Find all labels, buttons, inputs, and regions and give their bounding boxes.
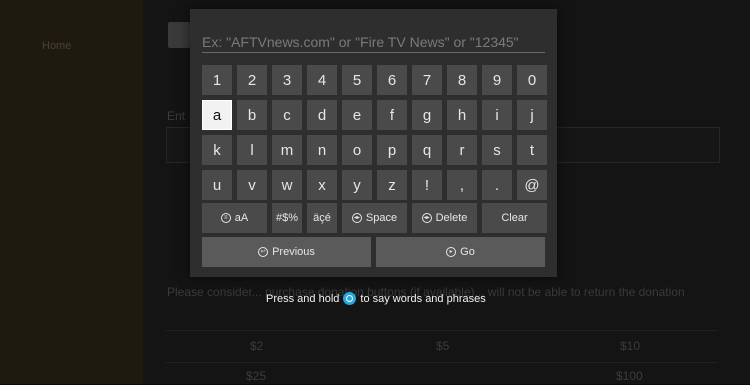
- key-a[interactable]: a: [202, 100, 232, 130]
- key-period[interactable]: .: [482, 170, 512, 200]
- previous-button[interactable]: ↩ Previous: [202, 237, 371, 267]
- symbols-button[interactable]: #$%: [272, 203, 302, 233]
- key-at[interactable]: @: [517, 170, 547, 200]
- key-u[interactable]: u: [202, 170, 232, 200]
- key-m[interactable]: m: [272, 135, 302, 165]
- back-icon: ↩: [258, 247, 269, 257]
- key-c[interactable]: c: [272, 100, 302, 130]
- key-6[interactable]: 6: [377, 65, 407, 95]
- key-k[interactable]: k: [202, 135, 232, 165]
- background-field-label: Ent: [167, 109, 186, 123]
- key-0[interactable]: 0: [517, 65, 547, 95]
- key-3[interactable]: 3: [272, 65, 302, 95]
- case-toggle-button[interactable]: ≡ aA: [202, 203, 267, 233]
- microphone-icon: [343, 292, 357, 305]
- key-9[interactable]: 9: [482, 65, 512, 95]
- background-amount-row: $25 $100: [166, 362, 718, 385]
- delete-button[interactable]: ◂▸ Delete: [412, 203, 477, 233]
- key-1[interactable]: 1: [202, 65, 232, 95]
- key-s[interactable]: s: [482, 135, 512, 165]
- clear-button[interactable]: Clear: [482, 203, 547, 233]
- key-q[interactable]: q: [412, 135, 442, 165]
- key-r[interactable]: r: [447, 135, 477, 165]
- background-sidebar: Home: [0, 0, 143, 384]
- key-e[interactable]: e: [342, 100, 372, 130]
- background-amount: $2: [250, 339, 264, 353]
- menu-icon: ≡: [220, 213, 231, 223]
- key-x[interactable]: x: [307, 170, 337, 200]
- key-b[interactable]: b: [237, 100, 267, 130]
- space-label: Space: [365, 212, 398, 224]
- key-w[interactable]: w: [272, 170, 302, 200]
- voice-hint-before: Press and hold: [266, 292, 340, 305]
- key-5[interactable]: 5: [342, 65, 372, 95]
- key-t[interactable]: t: [517, 135, 547, 165]
- accents-button[interactable]: äçé: [307, 203, 337, 233]
- keyboard-panel: 1 2 3 4 5 6 7 8 9 0 a b c d e f g h i j …: [190, 9, 557, 277]
- key-i[interactable]: i: [482, 100, 512, 130]
- key-h[interactable]: h: [447, 100, 477, 130]
- background-amount: $100: [616, 369, 643, 383]
- go-button[interactable]: ▸ Go: [376, 237, 545, 267]
- search-box: [202, 32, 545, 53]
- background-nav-item: Home: [42, 40, 72, 52]
- rewind-icon: ◂▸: [351, 213, 362, 223]
- delete-label: Delete: [435, 212, 468, 224]
- key-o[interactable]: o: [342, 135, 372, 165]
- key-j[interactable]: j: [517, 100, 547, 130]
- key-f[interactable]: f: [377, 100, 407, 130]
- key-n[interactable]: n: [307, 135, 337, 165]
- play-pause-icon: ▸: [446, 247, 457, 257]
- background-amount: $25: [246, 369, 267, 383]
- background-logo: [168, 22, 190, 48]
- key-v[interactable]: v: [237, 170, 267, 200]
- go-label: Go: [460, 246, 475, 258]
- key-g[interactable]: g: [412, 100, 442, 130]
- rewind-icon: ◂▸: [421, 213, 432, 223]
- voice-hint-after: to say words and phrases: [360, 292, 486, 305]
- background-amount: $5: [436, 339, 450, 353]
- key-8[interactable]: 8: [447, 65, 477, 95]
- key-2[interactable]: 2: [237, 65, 267, 95]
- voice-hint: Press and hold to say words and phrases: [266, 292, 486, 305]
- key-y[interactable]: y: [342, 170, 372, 200]
- background-amount: $10: [620, 339, 641, 353]
- space-button[interactable]: ◂▸ Space: [342, 203, 407, 233]
- key-4[interactable]: 4: [307, 65, 337, 95]
- background-amount-row: $2 $5 $10: [166, 330, 718, 359]
- key-l[interactable]: l: [237, 135, 267, 165]
- search-input[interactable]: [202, 32, 545, 52]
- key-d[interactable]: d: [307, 100, 337, 130]
- case-toggle-label: aA: [234, 212, 249, 224]
- key-7[interactable]: 7: [412, 65, 442, 95]
- key-p[interactable]: p: [377, 135, 407, 165]
- key-z[interactable]: z: [377, 170, 407, 200]
- key-exclamation[interactable]: !: [412, 170, 442, 200]
- key-comma[interactable]: ,: [447, 170, 477, 200]
- previous-label: Previous: [272, 246, 315, 258]
